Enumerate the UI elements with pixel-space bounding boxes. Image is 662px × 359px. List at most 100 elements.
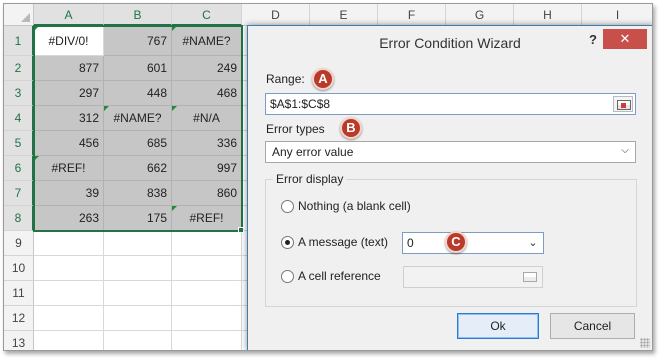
- row-header-2[interactable]: 2: [4, 56, 34, 81]
- row-header-7[interactable]: 7: [4, 181, 34, 206]
- row-header-4[interactable]: 4: [4, 106, 34, 131]
- column-header-i[interactable]: I: [582, 4, 652, 26]
- cell-b5[interactable]: 685: [104, 131, 172, 156]
- resize-grip-icon[interactable]: [640, 338, 650, 348]
- cell-c5[interactable]: 336: [172, 131, 242, 156]
- cell-c2[interactable]: 249: [172, 56, 242, 81]
- row-header-6[interactable]: 6: [4, 156, 34, 181]
- cell-a3[interactable]: 297: [34, 81, 104, 106]
- option-cell-reference-label[interactable]: A cell reference: [298, 269, 381, 283]
- ok-button[interactable]: Ok: [457, 313, 539, 339]
- cell-a4[interactable]: 312: [34, 106, 104, 131]
- grid-cell[interactable]: [104, 331, 172, 350]
- callout-badge-a: A: [312, 68, 334, 90]
- column-header-d[interactable]: D: [242, 4, 310, 26]
- row-header-3[interactable]: 3: [4, 81, 34, 106]
- cell-a5[interactable]: 456: [34, 131, 104, 156]
- grid-cell[interactable]: [34, 231, 104, 256]
- cell-value: 877: [78, 61, 99, 75]
- error-indicator-icon: [172, 106, 177, 111]
- grid-cell[interactable]: [104, 256, 172, 281]
- cell-b7[interactable]: 838: [104, 181, 172, 206]
- cell-a2[interactable]: 877: [34, 56, 104, 81]
- cell-c8[interactable]: #REF!: [172, 206, 242, 231]
- grid-cell[interactable]: [172, 331, 242, 350]
- cell-a1[interactable]: #DIV/0!: [34, 26, 104, 56]
- grid-cell[interactable]: [172, 281, 242, 306]
- radio-nothing[interactable]: [281, 200, 294, 213]
- row-header-5[interactable]: 5: [4, 131, 34, 156]
- column-header-c[interactable]: C: [172, 4, 242, 26]
- row-header-11[interactable]: 11: [4, 281, 34, 306]
- grid-cell[interactable]: [172, 256, 242, 281]
- range-input[interactable]: $A$1:$C$8: [265, 93, 636, 115]
- column-header-a[interactable]: A: [34, 4, 104, 26]
- row-header-1[interactable]: 1: [4, 26, 34, 56]
- row-header-13[interactable]: 13: [4, 331, 34, 350]
- fill-handle[interactable]: [238, 227, 244, 233]
- dialog-titlebar[interactable]: Error Condition Wizard ? ✕: [248, 26, 652, 60]
- column-header-f[interactable]: F: [378, 4, 446, 26]
- cell-b2[interactable]: 601: [104, 56, 172, 81]
- message-input[interactable]: 0 ⌄: [402, 232, 544, 254]
- cell-value: 175: [146, 211, 167, 225]
- radio-message[interactable]: [281, 236, 294, 249]
- grid-cell[interactable]: [104, 281, 172, 306]
- option-nothing-label[interactable]: Nothing (a blank cell): [298, 199, 411, 213]
- cell-c7[interactable]: 860: [172, 181, 242, 206]
- error-types-select[interactable]: Any error value ⌵: [265, 141, 636, 163]
- grid-cell[interactable]: [104, 231, 172, 256]
- grid-cell[interactable]: [172, 306, 242, 331]
- callout-badge-b: B: [340, 117, 362, 139]
- grid-cell[interactable]: [104, 306, 172, 331]
- error-indicator-icon: [172, 26, 177, 31]
- cancel-button[interactable]: Cancel: [550, 313, 635, 339]
- callout-badge-c: C: [445, 231, 467, 253]
- cell-c3[interactable]: 468: [172, 81, 242, 106]
- cell-c4[interactable]: #N/A: [172, 106, 242, 131]
- row-header-12[interactable]: 12: [4, 306, 34, 331]
- cell-a6[interactable]: #REF!: [34, 156, 104, 181]
- grid-cell[interactable]: [34, 306, 104, 331]
- error-indicator-icon: [34, 26, 39, 31]
- error-types-label: Error types: [266, 122, 325, 136]
- cell-value: 601: [146, 61, 167, 75]
- cell-c1[interactable]: #NAME?: [172, 26, 242, 56]
- cell-c6[interactable]: 997: [172, 156, 242, 181]
- cell-value: 336: [216, 136, 237, 150]
- screenshot-frame: A B C D E F G H I 1 2 3 4 5 6 7 8 9 10 11 12 13 #DIV/0! 767 #NAM…: [3, 3, 653, 351]
- row-header-10[interactable]: 10: [4, 256, 34, 281]
- column-header-g[interactable]: G: [446, 4, 514, 26]
- column-header-h[interactable]: H: [514, 4, 582, 26]
- cell-value: #NAME?: [182, 34, 231, 48]
- close-button[interactable]: ✕: [603, 29, 647, 49]
- column-header-e[interactable]: E: [310, 4, 378, 26]
- cell-b3[interactable]: 448: [104, 81, 172, 106]
- select-range-icon[interactable]: [520, 269, 540, 285]
- radio-cell-reference[interactable]: [281, 270, 294, 283]
- cell-b4[interactable]: #NAME?: [104, 106, 172, 131]
- cell-value: 860: [216, 186, 237, 200]
- grid-cell[interactable]: [34, 256, 104, 281]
- cell-value: 312: [78, 111, 99, 125]
- grid-cell[interactable]: [34, 331, 104, 350]
- cell-b1[interactable]: 767: [104, 26, 172, 56]
- cell-value: 263: [78, 211, 99, 225]
- option-message-label[interactable]: A message (text): [298, 235, 388, 249]
- select-range-icon[interactable]: [613, 96, 633, 112]
- cell-a8[interactable]: 263: [34, 206, 104, 231]
- row-header-9[interactable]: 9: [4, 231, 34, 256]
- row-header-8[interactable]: 8: [4, 206, 34, 231]
- column-header-b[interactable]: B: [104, 4, 172, 26]
- cell-a7[interactable]: 39: [34, 181, 104, 206]
- select-all-corner[interactable]: [4, 4, 34, 26]
- grid-cell[interactable]: [34, 281, 104, 306]
- chevron-down-icon: ⌵: [621, 145, 629, 156]
- chevron-down-icon[interactable]: ⌄: [528, 237, 538, 249]
- cell-b8[interactable]: 175: [104, 206, 172, 231]
- cell-reference-input[interactable]: [403, 266, 543, 288]
- grid-cell[interactable]: [172, 231, 242, 256]
- cell-b6[interactable]: 662: [104, 156, 172, 181]
- help-button[interactable]: ?: [584, 31, 602, 49]
- message-value: 0: [407, 236, 414, 250]
